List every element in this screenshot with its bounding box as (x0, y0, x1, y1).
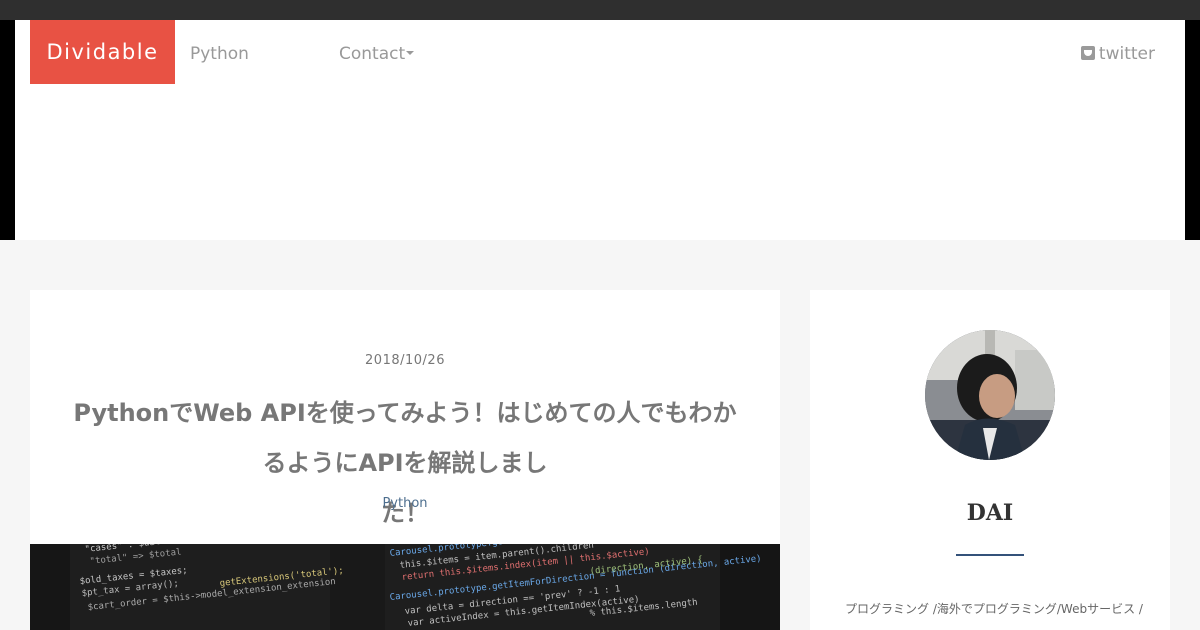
author-name: DAI (966, 500, 1014, 526)
nav-contact-dropdown[interactable]: Contact (339, 20, 415, 84)
nav-python-label: Python (190, 44, 249, 64)
post-title-line1: PythonでWeb APIを使ってみよう！はじめての人でもわかるようにAPIを… (73, 399, 737, 477)
caret-down-icon (406, 50, 415, 55)
nav-twitter-label: twitter (1098, 44, 1155, 64)
author-avatar[interactable] (925, 330, 1055, 460)
author-photo (925, 330, 1055, 460)
nav-twitter[interactable]: twitter (1080, 20, 1155, 84)
top-bar (0, 0, 1200, 20)
nav-python[interactable]: Python (190, 20, 249, 84)
author-sidebar-card: DAI プログラミング /海外でプログラミング/Webサービス / 海外ノマド起… (810, 290, 1170, 630)
post-card: 2018/10/26 PythonでWeb APIを使ってみよう！はじめての人で… (30, 290, 780, 630)
header-edge-right (1185, 20, 1200, 240)
post-featured-image[interactable]: "cases" : $data "total" => $total $old_t… (30, 544, 780, 630)
post-category-link[interactable]: Python (30, 496, 780, 511)
code-screenshot-image: "cases" : $data "total" => $total $old_t… (30, 544, 780, 630)
header-edge-left (0, 20, 15, 240)
post-date: 2018/10/26 (365, 353, 445, 368)
site-header: Dividable Python Contact twitter (15, 20, 1185, 240)
post-title[interactable]: PythonでWeb APIを使ってみよう！はじめての人でもわかるようにAPIを… (70, 388, 740, 538)
author-bio: プログラミング /海外でプログラミング/Webサービス / 海外ノマド起業家/ (845, 602, 1145, 616)
nav-contact-label: Contact (339, 44, 406, 64)
author-divider (956, 554, 1024, 556)
twitter-icon (1080, 45, 1095, 60)
brand-logo[interactable]: Dividable (30, 20, 175, 84)
